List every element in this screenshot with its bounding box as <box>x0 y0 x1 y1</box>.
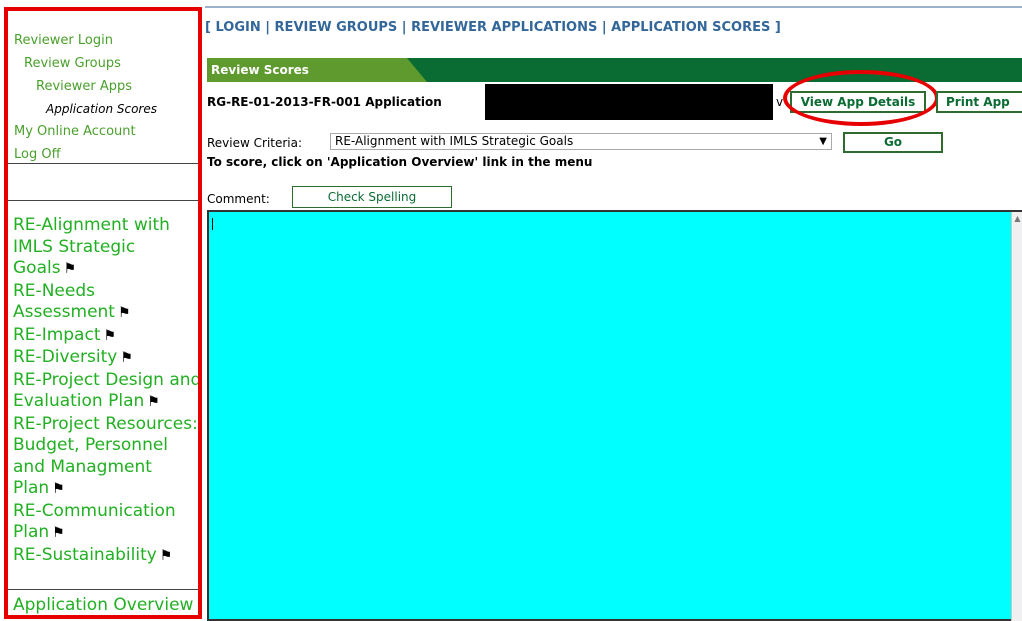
view-app-details-button[interactable]: View App Details <box>790 91 926 113</box>
topnav-reviewer-applications[interactable]: REVIEWER APPLICATIONS <box>411 20 597 35</box>
nav-bracket: ] <box>770 20 781 35</box>
criteria-link[interactable]: RE-Diversity ⚑ <box>13 347 198 370</box>
criteria-label: RE-Communication Plan <box>13 500 176 543</box>
redacted-block <box>485 84 773 120</box>
nav-reviewer-apps[interactable]: Reviewer Apps <box>36 79 132 94</box>
scrollbar[interactable]: ▲ <box>1011 212 1022 621</box>
dropdown-arrow-icon: ▼ <box>819 136 827 147</box>
print-app-button[interactable]: Print App <box>936 91 1022 113</box>
nav-separator: | <box>397 20 412 35</box>
criteria-link[interactable]: RE-Needs Assessment ⚑ <box>13 280 198 325</box>
topnav-application-scores[interactable]: APPLICATION SCORES <box>611 20 770 35</box>
flag-icon: ⚑ <box>103 327 117 344</box>
criteria-link[interactable]: RE-Impact ⚑ <box>13 324 198 348</box>
sidebar-divider <box>8 589 198 590</box>
comment-textarea[interactable] <box>207 210 1022 621</box>
flag-icon: ⚑ <box>147 394 160 410</box>
flag-icon: ⚑ <box>117 305 131 321</box>
top-nav: [ LOGIN | REVIEW GROUPS | REVIEWER APPLI… <box>205 20 781 35</box>
review-criteria-label: Review Criteria: <box>207 136 303 150</box>
criteria-label: RE-Impact <box>13 324 101 345</box>
sidebar-divider <box>8 163 198 164</box>
flag-icon: ⚑ <box>63 261 77 277</box>
check-spelling-button[interactable]: Check Spelling <box>292 186 452 208</box>
criteria-link[interactable]: RE-Project Design and Evaluation Plan ⚑ <box>13 369 202 414</box>
tab-bar: Review Scores <box>207 58 1022 82</box>
criteria-link[interactable]: RE-Project Resources: Budget, Personnel … <box>13 413 198 501</box>
criteria-label: RE-Diversity <box>13 347 118 367</box>
criteria-label: RE-Sustainability <box>13 544 157 565</box>
application-trailing-text: v <box>776 95 784 109</box>
flag-icon: ⚑ <box>52 525 65 541</box>
criteria-label: RE-Needs Assessment <box>13 280 115 323</box>
flag-icon: ⚑ <box>120 350 133 366</box>
nav-separator: | <box>597 20 612 35</box>
topnav-login[interactable]: LOGIN <box>215 20 260 35</box>
nav-review-groups[interactable]: Review Groups <box>24 56 121 71</box>
top-rule <box>205 6 1022 8</box>
flag-icon: ⚑ <box>52 481 65 497</box>
application-overview-link[interactable]: Application Overview <box>13 595 193 615</box>
tab-label: Review Scores <box>211 63 309 77</box>
nav-reviewer-login[interactable]: Reviewer Login <box>14 33 113 48</box>
tab-review-scores[interactable]: Review Scores <box>207 58 427 82</box>
comment-label: Comment: <box>207 192 270 206</box>
flag-icon: ⚑ <box>159 547 173 564</box>
criteria-link[interactable]: RE-Sustainability ⚑ <box>13 544 198 568</box>
go-button[interactable]: Go <box>843 132 943 153</box>
topnav-review-groups[interactable]: REVIEW GROUPS <box>275 20 398 35</box>
nav-log-off[interactable]: Log Off <box>14 147 61 162</box>
nav-bracket: [ <box>205 20 216 35</box>
scoring-hint: To score, click on 'Application Overview… <box>207 155 593 169</box>
criteria-label: RE-Project Resources: Budget, Personnel … <box>13 413 198 499</box>
scroll-up-icon[interactable]: ▲ <box>1012 214 1022 223</box>
nav-separator: | <box>260 20 275 35</box>
select-value: RE-Alignment with IMLS Strategic Goals <box>335 134 574 148</box>
application-id: RG-RE-01-2013-FR-001 Application <box>207 95 442 109</box>
nav-application-scores: Application Scores <box>46 102 157 116</box>
nav-my-online-account[interactable]: My Online Account <box>14 124 136 139</box>
criteria-list: RE-Alignment with IMLS Strategic Goals ⚑ … <box>13 215 202 568</box>
sidebar: Reviewer Login Review Groups Reviewer Ap… <box>4 7 202 619</box>
criteria-link[interactable]: RE-Communication Plan ⚑ <box>13 500 198 545</box>
criteria-label: RE-Project Design and Evaluation Plan <box>13 369 202 412</box>
criteria-link[interactable]: RE-Alignment with IMLS Strategic Goals ⚑ <box>13 215 198 281</box>
text-caret <box>212 218 213 230</box>
sidebar-divider <box>8 200 198 201</box>
criteria-label: RE-Alignment with IMLS Strategic Goals <box>13 215 170 278</box>
review-criteria-select[interactable]: RE-Alignment with IMLS Strategic Goals ▼ <box>330 133 832 150</box>
